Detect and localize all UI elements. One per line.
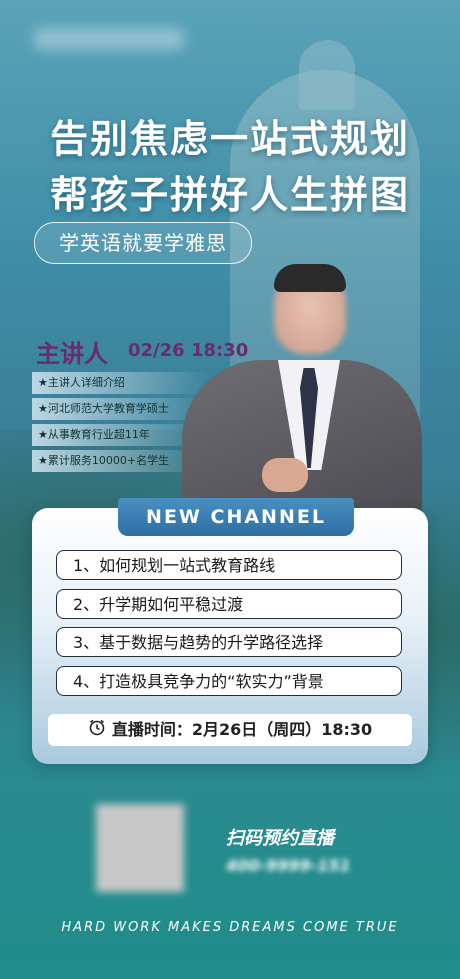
brand-logo [34, 28, 184, 50]
phone-number: 400-9999-151 [226, 856, 351, 875]
qr-label: 扫码预约直播 [226, 828, 334, 849]
poster: 告别焦虑一站式规划 帮孩子拼好人生拼图 学英语就要学雅思 主讲人 02/26 1… [0, 0, 460, 979]
headline-line-2: 帮孩子拼好人生拼图 [49, 173, 410, 217]
subtitle-pill: 学英语就要学雅思 [34, 222, 252, 264]
qr-code[interactable] [96, 804, 184, 892]
agenda-item: 2、升学期如何平稳过渡 [56, 589, 402, 619]
speaker-label: 主讲人 [36, 340, 108, 368]
headline-line-1: 告别焦虑一站式规划 [49, 117, 410, 161]
speaker-photo [182, 264, 422, 520]
agenda-item: 3、基于数据与趋势的升学路径选择 [56, 627, 402, 657]
channel-tab: NEW CHANNEL [118, 498, 354, 536]
live-time-text: 直播时间：2月26日（周四）18:30 [111, 720, 373, 739]
agenda-item: 4、打造极具竞争力的“软实力”背景 [56, 666, 402, 696]
live-time-bar: 直播时间：2月26日（周四）18:30 [48, 714, 412, 746]
speaker-hand [262, 458, 308, 492]
speaker-hair [274, 264, 346, 292]
background-cupola [299, 40, 355, 110]
alarm-clock-icon [88, 715, 106, 747]
footer-slogan: HARD WORK MAKES DREAMS COME TRUE [61, 920, 399, 935]
agenda-item: 1、如何规划一站式教育路线 [56, 550, 402, 580]
